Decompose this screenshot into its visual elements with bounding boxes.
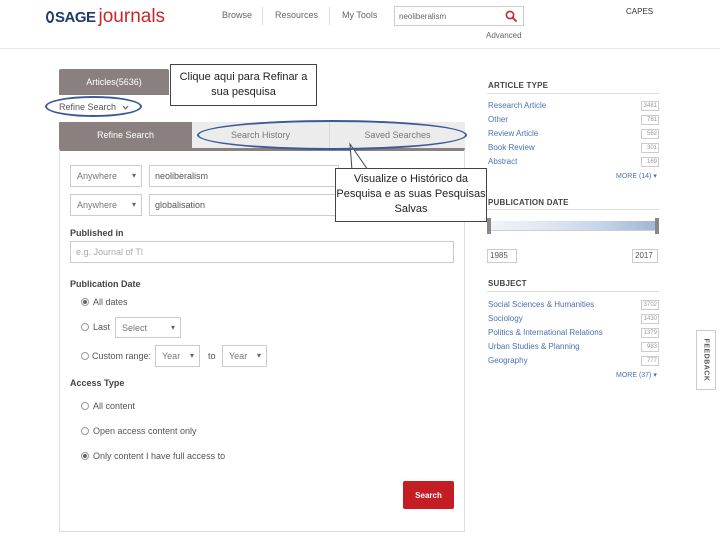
published-in-title: Published in [70,228,124,238]
header-divider [0,48,720,49]
sage-journals-logo[interactable]: SAGE journals [46,6,165,28]
search-button[interactable]: Search [403,481,454,509]
advanced-search-link[interactable]: Advanced [486,31,522,40]
field-select-value: Anywhere [77,171,118,181]
label-to: to [208,351,216,361]
filter-urban-studies[interactable]: Urban Studies & Planning [488,342,580,351]
filter-abstract[interactable]: Abstract [488,157,517,166]
count-badge: 301 [641,143,659,153]
field-select-2[interactable]: Anywhere ▾ [70,194,142,216]
field-select-1[interactable]: Anywhere ▾ [70,165,142,187]
radio-open-access[interactable] [81,427,89,435]
callout-history: Visualize o Histórico da Pesquisa e as s… [335,168,487,222]
count-badge: 3481 [641,101,659,111]
highlight-oval-history [197,120,467,150]
nav-my-tools[interactable]: My Tools [342,10,377,20]
radio-all-content[interactable] [81,402,89,410]
radio-custom-range[interactable] [81,352,89,360]
header-search-box [394,6,524,26]
filter-sociology[interactable]: Sociology [488,314,523,323]
articles-tab[interactable]: Articles(5636) [59,69,169,95]
nav-divider [262,7,263,25]
filter-book-review[interactable]: Book Review [488,143,535,152]
count-badge: 169 [641,157,659,167]
year-to-value: Year [229,351,248,361]
filter-politics[interactable]: Politics & International Relations [488,328,603,337]
filter-social-sciences[interactable]: Social Sciences & Humanities [488,300,594,309]
label-open-access: Open access content only [93,426,197,436]
caret-down-icon: ▾ [189,351,194,360]
header-search-input[interactable] [395,7,495,25]
caret-down-icon: ▾ [170,323,175,332]
divider [487,291,659,292]
published-in-input[interactable]: e.g. Journal of Tl [70,241,454,263]
filter-other[interactable]: Other [488,115,508,124]
logo-sage: SAGE [46,9,96,26]
label-full-access: Only content I have full access to [93,451,226,461]
feedback-label: FEEDBACK [702,338,710,382]
count-badge: 983 [641,342,659,352]
date-to-input[interactable]: 2017 [632,249,658,263]
logo-journals: journals [98,6,166,27]
filter-review-article[interactable]: Review Article [488,129,538,138]
callout-refine: Clique aqui para Refinar a sua pesquisa [170,64,317,106]
nav-browse[interactable]: Browse [222,10,252,20]
count-badge: 1430 [641,314,659,324]
radio-full-access[interactable] [81,452,89,460]
caret-down-icon: ▾ [131,171,136,180]
search-icon[interactable] [505,10,517,22]
caret-down-icon: ▾ [131,200,136,209]
year-from-select[interactable]: Year ▾ [155,345,200,367]
highlight-oval-refine [45,96,142,117]
label-all-content: All content [93,401,136,411]
range-handle-right[interactable] [655,218,659,234]
article-type-title: ARTICLE TYPE [488,81,549,90]
range-handle-left[interactable] [487,218,491,234]
tab-refine-search[interactable]: Refine Search [59,122,192,148]
year-to-select[interactable]: Year ▾ [222,345,267,367]
label-all-dates: All dates [93,297,128,307]
radio-all-dates[interactable] [81,298,89,306]
nav-divider [329,7,330,25]
date-from-input[interactable]: 1985 [487,249,517,263]
count-badge: 777 [641,356,659,366]
filter-geography[interactable]: Geography [488,356,528,365]
count-badge: 1379 [641,328,659,338]
caret-down-icon: ▾ [256,351,261,360]
publication-date-histogram[interactable] [487,221,658,231]
search-term-input-2[interactable]: globalisation [149,194,339,216]
radio-last[interactable] [81,323,89,331]
year-from-value: Year [162,351,181,361]
count-badge: 562 [641,129,659,139]
count-badge: 781 [641,115,659,125]
divider [487,93,659,94]
label-last: Last [93,322,111,332]
last-period-value: Select [122,322,148,333]
nav-resources[interactable]: Resources [275,10,318,20]
label-custom-range: Custom range: [92,351,152,361]
field-select-value: Anywhere [77,200,118,210]
subject-title: SUBJECT [488,279,527,288]
last-period-select[interactable]: Select ▾ [115,317,181,338]
feedback-tab[interactable]: FEEDBACK [696,330,716,390]
divider [487,209,659,210]
access-type-title: Access Type [70,378,125,388]
article-type-more-link[interactable]: MORE (14) ▾ [616,172,657,180]
filter-research-article[interactable]: Research Article [488,101,546,110]
count-badge: 3702 [641,300,659,310]
subject-more-link[interactable]: MORE (37) ▾ [616,371,657,379]
search-term-input-1[interactable]: neoliberalism [149,165,339,187]
institution-name: CAPES [626,7,654,16]
publication-date-sidebar-title: PUBLICATION DATE [488,198,569,207]
publication-date-title: Publication Date [70,279,141,289]
